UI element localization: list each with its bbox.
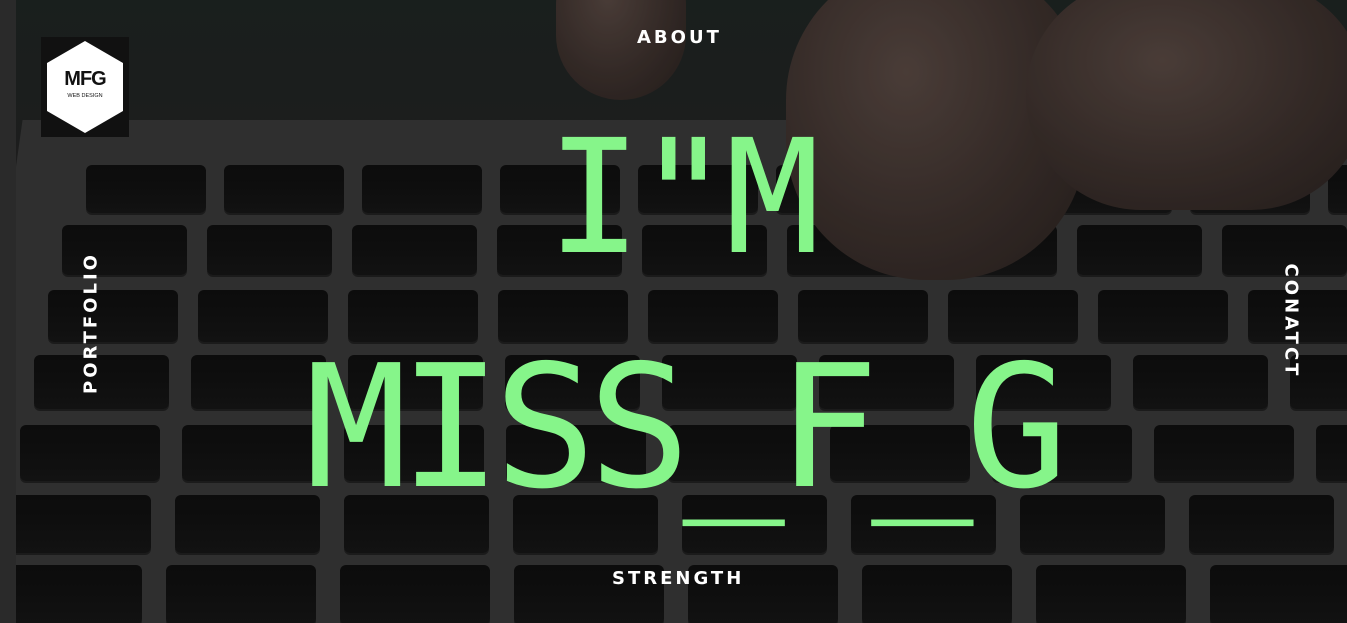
hero-headline-line-2: MISS_F_G xyxy=(305,329,1068,527)
logo-subtitle: WEB DESIGN xyxy=(67,93,103,99)
hero-background-image xyxy=(16,0,1347,623)
hero-headline-line-1: I"M xyxy=(546,106,820,290)
hero-dark-overlay xyxy=(16,0,1347,623)
left-edge-strip xyxy=(0,0,16,623)
landing-page: MFG WEB DESIGN ABOUT PORTFOLIO CONATCT S… xyxy=(0,0,1347,623)
logo-mark: MFG xyxy=(64,68,106,90)
nav-about-link[interactable]: ABOUT xyxy=(637,27,722,48)
nav-strength-link[interactable]: STRENGTH xyxy=(612,568,744,589)
